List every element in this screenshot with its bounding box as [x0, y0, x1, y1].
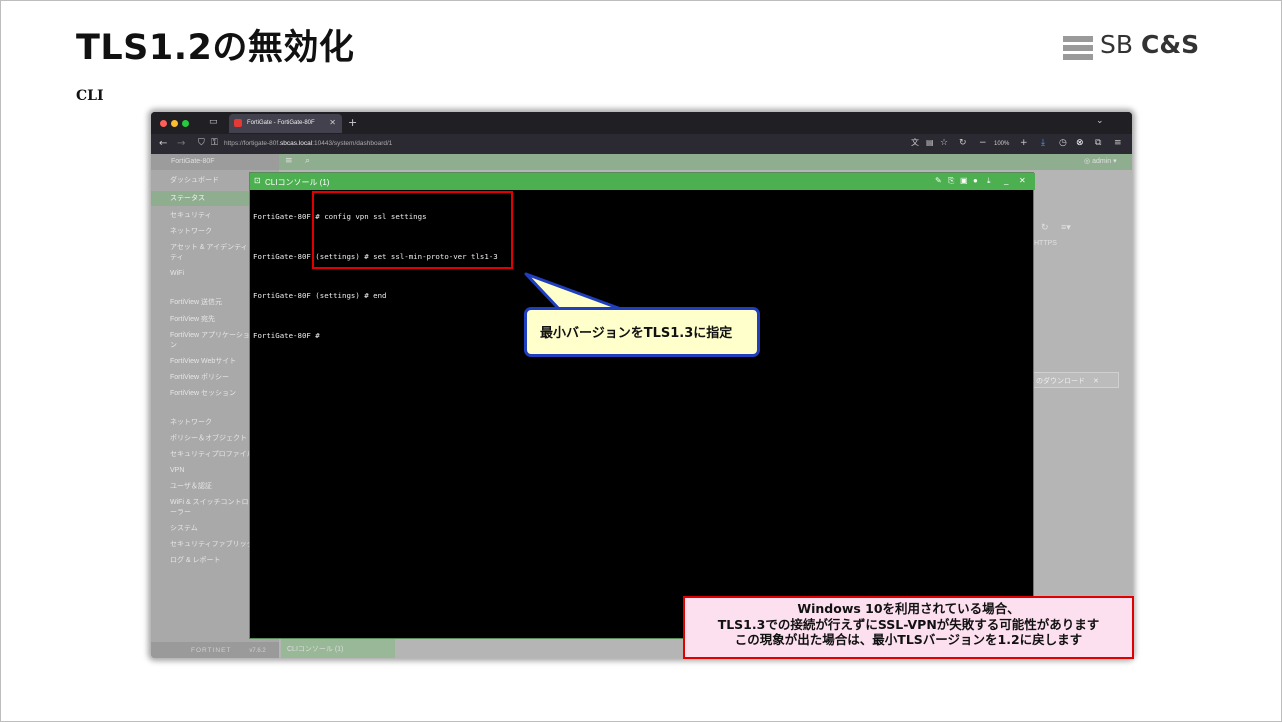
sbcs-logo: SB C&S — [1063, 30, 1203, 63]
fortinet-footer: FORTINET v7.6.2 — [151, 642, 279, 658]
record-icon[interactable]: ● — [973, 176, 978, 185]
maximize-window-icon[interactable] — [182, 120, 189, 127]
close-console-icon[interactable]: ✕ — [1019, 176, 1026, 185]
zoom-level[interactable]: 100% — [994, 141, 1009, 147]
slide-title: TLS1.2の無効化 — [76, 28, 355, 68]
tab-overview-icon[interactable]: ▭ — [209, 118, 218, 127]
reader-icon[interactable]: ▤ — [926, 139, 934, 147]
edit-icon[interactable]: ✎ — [935, 176, 942, 185]
browser-urlbar: ← → ⛉ ⚿ https://fortigate-80f.sbcas.loca… — [151, 134, 1132, 154]
history-icon[interactable]: ◷ — [1059, 139, 1067, 148]
refresh-icon[interactable]: ↻ — [1041, 222, 1049, 233]
cli-console-bottom-tab[interactable]: CLIコンソール (1) — [281, 638, 395, 658]
browser-tab[interactable]: FortiGate - FortiGate-80F ✕ — [229, 114, 342, 133]
search-icon[interactable]: ⌕ — [305, 157, 310, 166]
download-log-icon[interactable]: ⤓ — [987, 176, 991, 186]
terminal-icon: ⊡ — [254, 176, 261, 185]
note-line: この現象が出た場合は、最小TLSバージョンを1.2に戻します — [734, 632, 1083, 647]
fortinet-logo: FORTINET — [191, 647, 232, 654]
note-line: TLS1.3での接続が行えずにSSL-VPNが失敗する可能性があります — [717, 616, 1100, 632]
slide-subtitle: CLI — [76, 88, 104, 104]
cli-line: FortiGate-80F # — [253, 330, 320, 340]
lock-icon[interactable]: ⚿ — [211, 139, 218, 148]
sidebar-item-asset-identity[interactable]: アセット & アイデンティティ — [170, 243, 250, 263]
note-line: Windows 10を利用されている場合、 — [797, 601, 1020, 616]
tab-title: FortiGate - FortiGate-80F — [247, 120, 315, 126]
download-bar[interactable]: のダウンロード ✕ — [1031, 372, 1119, 388]
fortinet-favicon-icon — [234, 119, 242, 127]
forward-icon[interactable]: → — [177, 139, 185, 149]
minimize-console-icon[interactable]: _ — [1004, 176, 1008, 185]
close-window-icon[interactable] — [160, 120, 167, 127]
translate-icon[interactable]: 文 — [911, 139, 919, 147]
reload-icon[interactable]: ↻ — [959, 139, 967, 148]
hamburger-icon[interactable]: ≡ — [285, 157, 293, 166]
tab-list-icon[interactable]: ⌄ — [1096, 117, 1104, 126]
browser-tabbar: ▭ FortiGate - FortiGate-80F ✕ + ⌄ — [151, 112, 1132, 134]
stop-icon[interactable]: ⊗ — [1076, 139, 1084, 148]
minimize-window-icon[interactable] — [171, 120, 178, 127]
sidebar-item-wifi-switch[interactable]: WiFi & スイッチコントローラー — [170, 498, 250, 518]
menu-icon[interactable]: ≡ — [1114, 139, 1122, 148]
admin-menu[interactable]: ◎ admin ▾ — [1084, 158, 1117, 165]
https-label: HTTPS — [1034, 240, 1057, 247]
warning-note: Windows 10を利用されている場合、 TLS1.3での接続が行えずにSSL… — [683, 596, 1134, 659]
back-icon[interactable]: ← — [159, 139, 167, 149]
zoom-in-icon[interactable]: + — [1020, 139, 1028, 148]
close-tab-icon[interactable]: ✕ — [329, 118, 336, 127]
cli-console-header: ⊡ CLIコンソール (1) ✎ ⎘ ▣ ● ⤓ _ ✕ — [250, 173, 1035, 190]
command-highlight-box — [312, 191, 513, 269]
shield-icon[interactable]: ⛉ — [198, 139, 205, 148]
fortigate-topbar: ≡ ⌕ ◎ admin ▾ — [279, 154, 1132, 170]
copy-icon[interactable]: ⎘ — [948, 176, 954, 186]
cli-line: FortiGate-80F (settings) # end — [253, 291, 387, 300]
zoom-out-icon[interactable]: − — [979, 139, 987, 148]
clipboard-icon[interactable]: ▣ — [960, 176, 968, 185]
cli-console-title: CLIコンソール (1) — [265, 178, 330, 187]
widget-menu-icon[interactable]: ≡▾ — [1061, 222, 1071, 233]
logo-text: SB C&S — [1100, 30, 1200, 59]
download-icon[interactable]: ⤓ — [1041, 139, 1045, 148]
slide: TLS1.2の無効化 SB C&S CLI ▭ FortiGate - Fort… — [0, 0, 1282, 722]
device-name[interactable]: FortiGate-80F — [151, 154, 279, 170]
browser-screenshot: ▭ FortiGate - FortiGate-80F ✕ + ⌄ ← → ⛉ … — [151, 112, 1132, 658]
url-field[interactable]: https://fortigate-80f.sbcas.local:10443/… — [224, 140, 392, 147]
bookmark-star-icon[interactable]: ☆ — [940, 139, 948, 148]
extensions-icon[interactable]: ⧉ — [1095, 139, 1101, 148]
sidebar-item-fv-app[interactable]: FortiView アプリケーション — [170, 331, 250, 351]
callout-min-version: 最小バージョンをTLS1.3に指定 — [524, 307, 760, 357]
version-label: v7.6.2 — [249, 648, 266, 654]
new-tab-icon[interactable]: + — [348, 117, 357, 128]
